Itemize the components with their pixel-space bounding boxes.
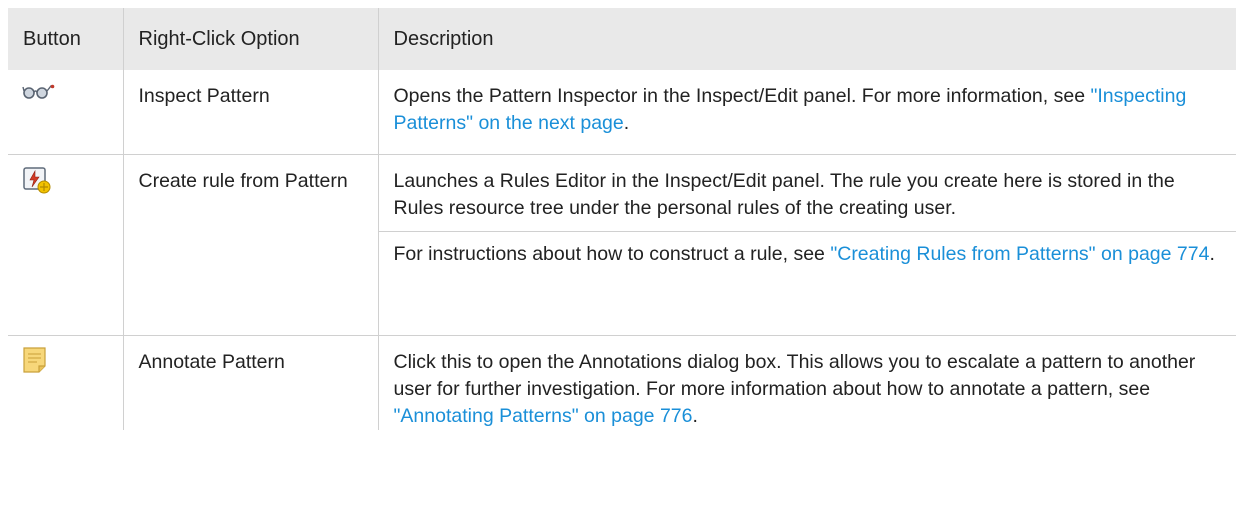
description-paragraph: For instructions about how to construct … bbox=[378, 230, 1236, 268]
description-end: . bbox=[623, 112, 630, 134]
option-label: Create rule from Pattern bbox=[123, 154, 379, 336]
description-cell: Click this to open the Annotations dialo… bbox=[378, 335, 1236, 430]
description-end: . bbox=[692, 404, 698, 427]
description-paragraph: Launches a Rules Editor in the Inspect/E… bbox=[393, 169, 1175, 219]
description-paragraph: Opens the Pattern Inspector in the Inspe… bbox=[394, 83, 1222, 137]
table-row: Annotate Pattern Click this to open the … bbox=[8, 335, 1236, 430]
description-paragraph: Click this to open the Annotations dialo… bbox=[394, 349, 1222, 430]
description-text: Opens the Pattern Inspector in the Inspe… bbox=[393, 85, 1091, 107]
annotating-patterns-link[interactable]: "Annotating Patterns" on page 776 bbox=[394, 405, 693, 427]
header-button: Button bbox=[8, 8, 124, 70]
sticky-note-icon bbox=[22, 346, 108, 382]
option-label: Annotate Pattern bbox=[123, 335, 379, 430]
button-cell bbox=[8, 335, 124, 430]
header-right-click-option: Right-Click Option bbox=[123, 8, 379, 70]
table-header-row: Button Right-Click Option Description bbox=[8, 8, 1236, 70]
create-rule-icon bbox=[22, 165, 108, 203]
glasses-icon bbox=[22, 80, 108, 107]
header-description: Description bbox=[378, 8, 1236, 70]
button-cell bbox=[8, 154, 124, 336]
description-text: Click this to open the Annotations dialo… bbox=[393, 350, 1196, 400]
description-text: For instructions about how to construct … bbox=[393, 242, 831, 265]
creating-rules-link[interactable]: "Creating Rules from Patterns" on page 7… bbox=[830, 243, 1209, 265]
description-cell: Opens the Pattern Inspector in the Inspe… bbox=[378, 70, 1236, 155]
table-row: Inspect Pattern Opens the Pattern Inspec… bbox=[8, 70, 1236, 155]
options-table: Button Right-Click Option Description In… bbox=[8, 8, 1236, 430]
option-label: Inspect Pattern bbox=[123, 70, 379, 155]
description-end: . bbox=[1209, 242, 1215, 265]
button-cell bbox=[8, 70, 124, 155]
table-row: Create rule from Pattern Launches a Rule… bbox=[8, 154, 1236, 336]
description-cell: Launches a Rules Editor in the Inspect/E… bbox=[378, 154, 1236, 336]
